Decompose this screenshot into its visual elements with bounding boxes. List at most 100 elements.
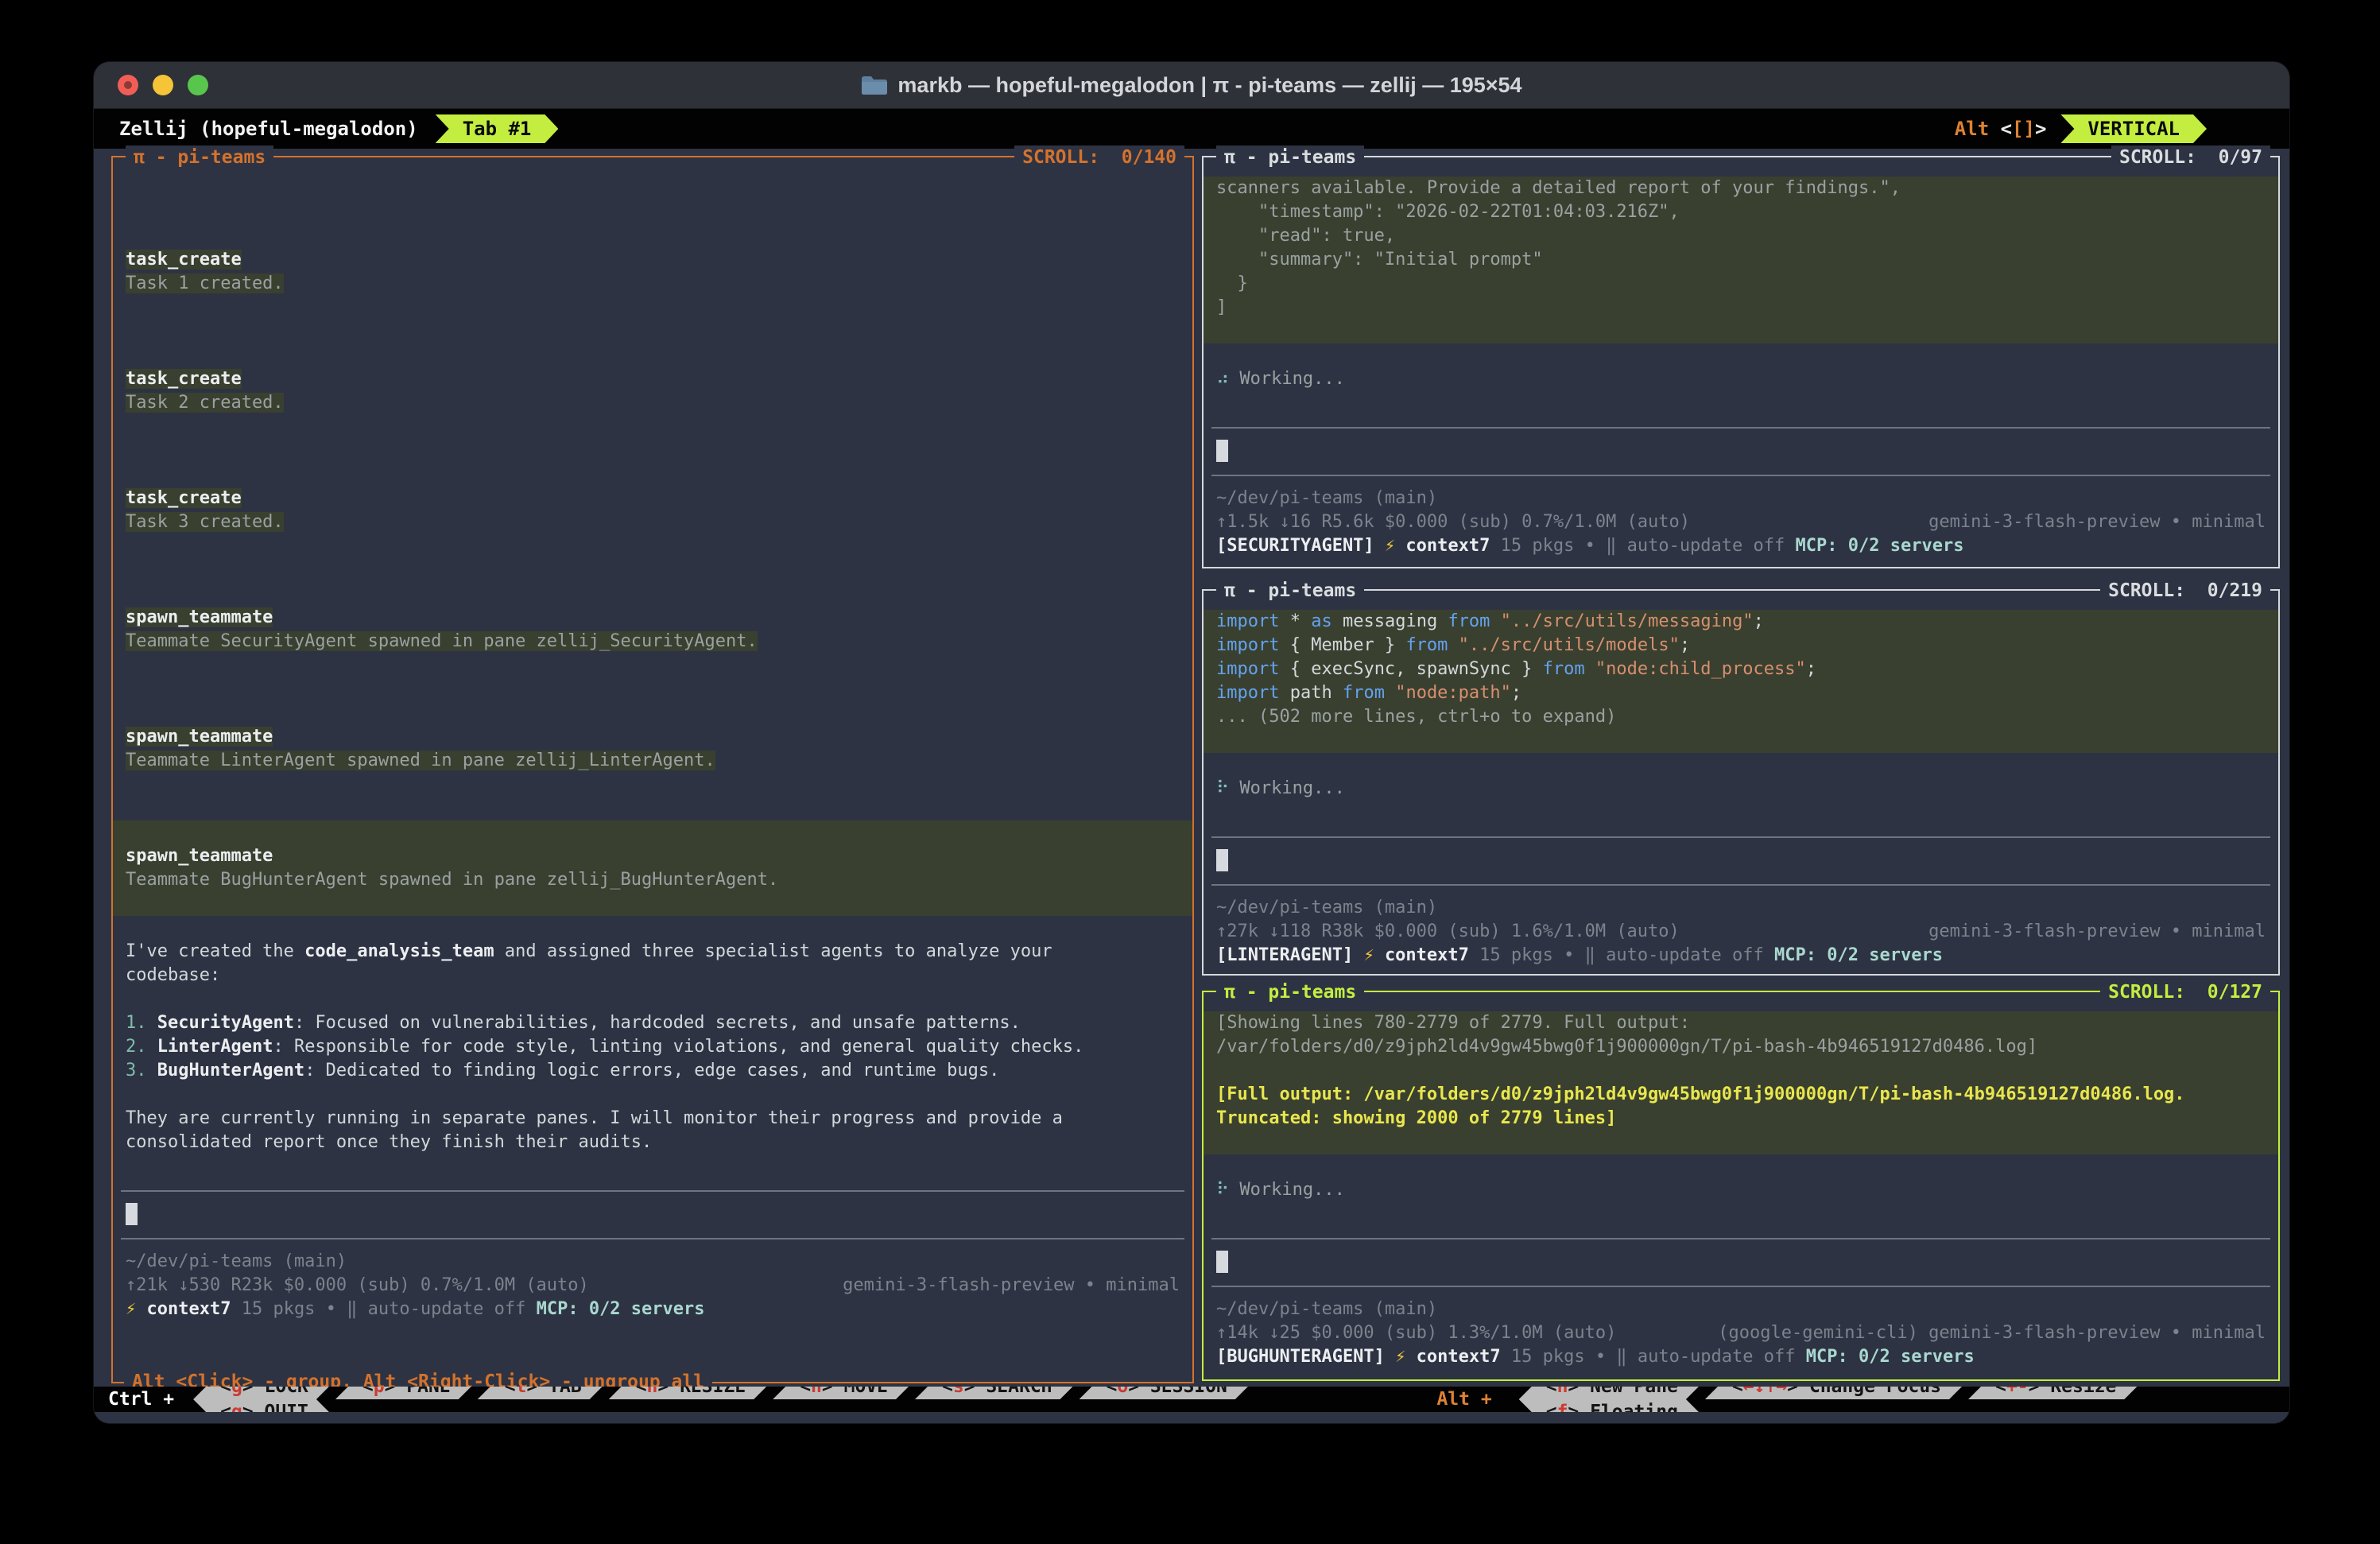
tab-1[interactable]: Tab #1	[436, 114, 559, 143]
terminal-line: import { Member } from "../src/utils/mod…	[1204, 634, 2278, 658]
text-segment: ⚡	[1385, 536, 1406, 556]
text-segment: ;	[1754, 611, 1764, 631]
terminal-line: ⚡ context7 15 pkgs • ‖ auto-update off M…	[113, 1298, 1192, 1321]
session-name: Zellij (hopeful-megalodon)	[94, 118, 418, 140]
terminal-line: ~/dev/pi-teams (main)	[1204, 1298, 2278, 1321]
pane-team-lead[interactable]: π - pi-teams SCROLL: 0/140 task_createTa…	[111, 156, 1194, 1383]
text-segment	[1385, 683, 1395, 703]
text-segment: ;	[1511, 683, 1521, 703]
minimize-button[interactable]	[153, 75, 173, 95]
terminal-line: "timestamp": "2026-02-22T01:04:03.216Z",	[1204, 200, 2278, 224]
keybar-move[interactable]: <h> MOVE	[773, 1387, 909, 1399]
text-segment: t	[516, 1387, 527, 1397]
keybar-new-pane[interactable]: <n> New Pane	[1519, 1387, 1699, 1399]
keybar-resize[interactable]: <+-> Resize	[1968, 1387, 2137, 1399]
status-right: gemini-3-flash-preview • minimal	[843, 1274, 1180, 1298]
terminal-line	[1204, 1202, 2278, 1226]
text-segment: "timestamp": "2026-02-22T01:04:03.216Z",	[1216, 202, 1680, 222]
terminal-line	[1204, 391, 2278, 415]
text-segment: > Floating	[1568, 1402, 1677, 1412]
text-segment: gemini-3-flash-preview • minimal	[1928, 512, 2266, 532]
terminal-line	[113, 654, 1192, 677]
keybar-session[interactable]: <o> SESSION	[1080, 1387, 1248, 1399]
text-segment: <	[800, 1387, 811, 1397]
text-segment: n	[1557, 1387, 1568, 1397]
keybar-tab[interactable]: <t> TAB	[478, 1387, 603, 1399]
terminal-line: Teammate SecurityAgent spawned in pane z…	[113, 630, 1192, 654]
separator-line	[1204, 872, 2278, 896]
text-segment: spawn_teammate	[126, 727, 273, 747]
text-segment: Teammate BugHunterAgent spawned in pane …	[126, 870, 778, 890]
text-segment: task_create	[126, 488, 242, 508]
text-segment: 1.	[126, 1013, 157, 1033]
text-segment: I've created the	[126, 941, 304, 961]
terminal-line: }	[1204, 272, 2278, 296]
keybar-quit[interactable]: <q> QUIT	[193, 1399, 329, 1412]
text-segment: "summary": "Initial prompt"	[1216, 250, 1543, 270]
text-segment: ... (502 more lines, ctrl+o to expand)	[1216, 707, 1616, 727]
close-button[interactable]	[118, 75, 138, 95]
pane-security-agent[interactable]: π - pi-teams SCROLL: 0/97 scanners avail…	[1202, 156, 2280, 568]
text-segment: > QUIT	[242, 1402, 308, 1412]
text-segment: ~/dev/pi-teams (main)	[1216, 488, 1437, 508]
text-segment: ↑14k ↓25 $0.000 (sub) 1.3%/1.0M (auto)	[1216, 1323, 1616, 1343]
terminal-line: ⠗ Working...	[1204, 777, 2278, 801]
text-segment: import	[1216, 611, 1279, 631]
macos-titlebar: markb — hopeful-megalodon | π - pi-teams…	[94, 62, 2289, 109]
text-segment	[1490, 611, 1500, 631]
text-segment: <	[362, 1387, 374, 1397]
text-segment: ~/dev/pi-teams (main)	[1216, 1299, 1437, 1319]
text-segment: Task 2 created.	[126, 393, 284, 413]
text-segment: <	[1995, 1387, 2006, 1397]
text-segment: Truncated: showing 2000 of 2779 lines]	[1216, 1108, 1616, 1128]
terminal-line: 1. SecurityAgent: Focused on vulnerabili…	[113, 1011, 1192, 1035]
terminal-line: spawn_teammate	[113, 844, 1192, 868]
alt-hint-brackets: []	[2012, 118, 2035, 140]
terminal-line: task_create	[113, 367, 1192, 391]
terminal-line: ⠴ Working...	[1204, 367, 2278, 391]
alt-prefix: Alt +	[1416, 1389, 1512, 1410]
text-segment	[1448, 635, 1458, 655]
zoom-button[interactable]	[188, 75, 208, 95]
text-segment: gemini-3-flash-preview • minimal	[1928, 921, 2266, 941]
text-segment: task_create	[126, 250, 242, 270]
pane-linter-agent[interactable]: π - pi-teams SCROLL: 0/219 import * as m…	[1202, 589, 2280, 976]
text-segment: Working...	[1239, 1180, 1344, 1200]
pane-bughunter-agent[interactable]: π - pi-teams SCROLL: 0/127 [Showing line…	[1202, 991, 2280, 1381]
text-segment: • ‖ auto-update off	[1585, 536, 1796, 556]
keybar-search[interactable]: <s> SEARCH	[915, 1387, 1073, 1399]
keybar-floating[interactable]: <f> Floating	[1519, 1399, 1699, 1412]
terminal-line	[113, 200, 1192, 224]
text-segment: and assigned three specialist agents to …	[494, 941, 1052, 961]
terminal-line	[113, 987, 1192, 1011]
separator-line	[1204, 1226, 2278, 1250]
terminal-line	[113, 820, 1192, 844]
text-segment: gemini-3-flash-preview • minimal	[843, 1275, 1180, 1295]
text-segment: ;	[1680, 635, 1690, 655]
terminal-line: ... (502 more lines, ctrl+o to expand)	[1204, 705, 2278, 729]
text-segment: Task 3 created.	[126, 512, 284, 532]
text-segment: context7	[1385, 945, 1469, 965]
text-segment: > MOVE	[822, 1387, 888, 1397]
text-segment: "read": true,	[1216, 226, 1395, 246]
text-segment: • ‖ auto-update off	[1564, 945, 1774, 965]
keybar-lock[interactable]: <g> LOCK	[193, 1387, 329, 1399]
keybar-resize[interactable]: <n> RESIZE	[609, 1387, 767, 1399]
scroll-indicator: SCROLL: 0/97	[2111, 145, 2270, 169]
terminal-line: task_create	[113, 248, 1192, 272]
terminal-line	[113, 773, 1192, 797]
pane-grid: π - pi-teams SCROLL: 0/140 task_createTa…	[94, 149, 2289, 1387]
text-segment: messaging	[1332, 611, 1448, 631]
keybar-pane[interactable]: <p> PANE	[335, 1387, 471, 1399]
text-segment: <	[220, 1387, 231, 1397]
text-segment: ⠴	[1216, 369, 1239, 389]
terminal-line: [SECURITYAGENT] ⚡ context7 15 pkgs • ‖ a…	[1204, 534, 2278, 558]
keybar-change-focus[interactable]: <←↓↑→> Change Focus	[1705, 1387, 1962, 1399]
text-segment: > Resize	[2029, 1387, 2117, 1397]
text-segment: ⚡	[1363, 945, 1385, 965]
pane-content: scanners available. Provide a detailed r…	[1216, 177, 2266, 564]
text-segment: f	[1557, 1402, 1568, 1412]
pane-title: π - pi-teams	[1216, 980, 1364, 1004]
text-segment: +-	[2006, 1387, 2029, 1397]
text-segment: ;	[1806, 659, 1816, 679]
